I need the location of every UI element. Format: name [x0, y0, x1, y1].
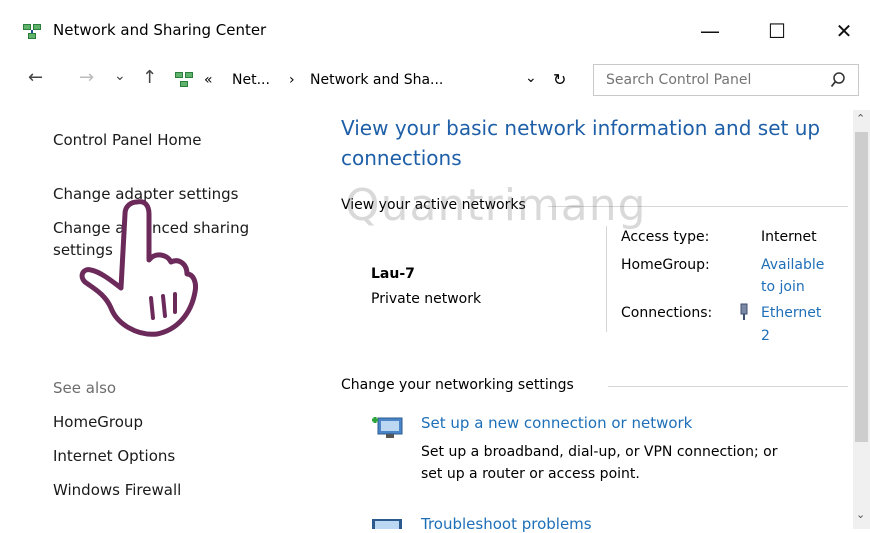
network-icon — [23, 24, 41, 39]
search-input[interactable] — [604, 71, 818, 89]
window-title: Network and Sharing Center — [53, 21, 267, 39]
recent-locations-button[interactable]: ⌄ — [114, 68, 126, 84]
access-type-value: Internet — [761, 229, 817, 245]
scroll-up-icon[interactable]: ⌃ — [856, 112, 865, 125]
page-heading: View your basic network information and … — [341, 116, 821, 140]
back-button[interactable]: ← — [28, 67, 43, 88]
access-type-label: Access type: — [621, 229, 710, 245]
divider — [608, 386, 848, 387]
connections-label: Connections: — [621, 305, 713, 321]
close-button[interactable]: ✕ — [822, 14, 866, 48]
network-icon — [175, 72, 193, 87]
setup-description: Set up a broadband, dial-up, or VPN conn… — [421, 444, 778, 460]
breadcrumb-separator[interactable]: › — [289, 72, 295, 88]
ethernet-icon — [740, 303, 748, 320]
scroll-down-icon[interactable]: ⌄ — [856, 508, 865, 521]
internet-options-link[interactable]: Internet Options — [53, 447, 175, 465]
pointing-hand-icon — [79, 199, 198, 337]
divider — [606, 226, 607, 332]
minimize-button[interactable]: — — [688, 14, 732, 48]
page-heading-cont: connections — [341, 146, 462, 170]
change-settings-heading: Change your networking settings — [341, 377, 574, 393]
address-dropdown-button[interactable]: ⌄ — [525, 70, 537, 86]
see-also-heading: See also — [53, 379, 117, 397]
watermark: Quantrimang — [345, 180, 647, 231]
forward-button[interactable]: → — [79, 67, 94, 88]
refresh-button[interactable]: ↻ — [553, 70, 566, 89]
up-button[interactable]: ↑ — [142, 67, 157, 88]
search-icon[interactable] — [830, 71, 846, 89]
setup-description-cont: set up a router or access point. — [421, 466, 640, 482]
breadcrumb-item[interactable]: Network and Sha... — [310, 72, 443, 88]
homegroup-label: HomeGroup: — [621, 257, 710, 273]
scrollbar-thumb[interactable] — [855, 132, 868, 442]
network-type: Private network — [371, 291, 482, 307]
breadcrumb-overflow[interactable]: « — [204, 72, 213, 88]
new-connection-icon — [372, 417, 403, 438]
troubleshoot-icon — [372, 519, 402, 529]
control-panel-home-link[interactable]: Control Panel Home — [53, 131, 202, 149]
windows-firewall-link[interactable]: Windows Firewall — [53, 481, 181, 499]
maximize-button[interactable]: ☐ — [755, 14, 799, 48]
ethernet-connection-link-cont[interactable]: 2 — [761, 328, 770, 344]
troubleshoot-link[interactable]: Troubleshoot problems — [421, 515, 592, 533]
breadcrumb-item[interactable]: Net... — [232, 72, 270, 88]
ethernet-connection-link[interactable]: Ethernet — [761, 305, 821, 321]
setup-connection-link[interactable]: Set up a new connection or network — [421, 414, 692, 432]
search-box[interactable] — [593, 64, 859, 96]
homegroup-available-link-cont[interactable]: to join — [761, 279, 805, 295]
homegroup-link[interactable]: HomeGroup — [53, 413, 143, 431]
homegroup-available-link[interactable]: Available — [761, 257, 824, 273]
network-name: Lau-7 — [371, 266, 415, 282]
